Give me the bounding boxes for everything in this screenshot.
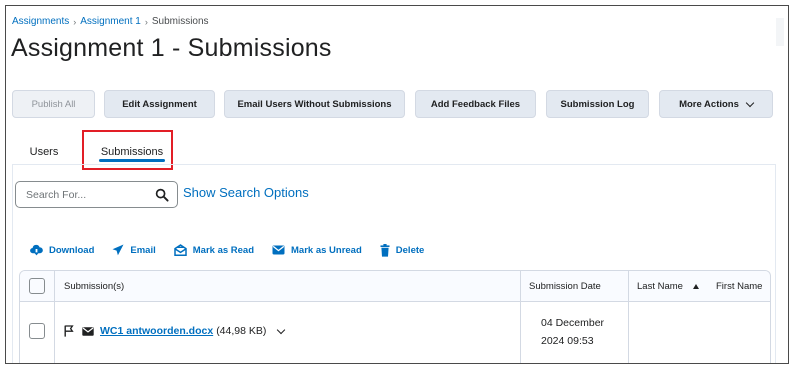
mark-read-icon — [174, 244, 187, 256]
search-placeholder: Search For... — [26, 188, 87, 201]
submission-date-time: 2024 09:53 — [541, 335, 594, 347]
mark-as-read-action[interactable]: Mark as Read — [174, 244, 254, 256]
breadcrumb-current: Submissions — [151, 16, 209, 27]
more-actions-label: More Actions — [679, 98, 739, 110]
column-header-submissions: Submission(s) — [64, 281, 125, 292]
column-header-last-name[interactable]: Last Name — [637, 271, 699, 302]
more-actions-button[interactable]: More Actions — [659, 90, 773, 118]
table-row: WC1 antwoorden.docx (44,98 KB) 04 Decemb… — [20, 302, 770, 363]
scroll-track — [776, 18, 784, 46]
column-header-first-name[interactable]: First Name — [716, 271, 762, 302]
mark-as-read-label: Mark as Read — [192, 244, 255, 256]
breadcrumb: Assignments › Assignment 1 › Submissions — [12, 16, 209, 27]
mark-as-unread-action[interactable]: Mark as Unread — [272, 245, 362, 256]
search-input[interactable]: Search For... — [15, 181, 178, 208]
mark-as-unread-label: Mark as Unread — [291, 244, 362, 256]
column-header-submission-date[interactable]: Submission Date — [529, 271, 601, 302]
breadcrumb-separator: › — [73, 16, 77, 27]
select-all-checkbox[interactable] — [29, 278, 45, 294]
publish-all-button[interactable]: Publish All — [12, 90, 95, 118]
email-users-without-submissions-button[interactable]: Email Users Without Submissions — [224, 90, 405, 118]
chevron-down-icon — [745, 98, 755, 107]
trash-icon — [380, 243, 390, 257]
sort-ascending-icon — [692, 284, 699, 289]
file-size: (44,98 KB) — [216, 325, 267, 337]
page-frame: Assignments › Assignment 1 › Submissions… — [5, 5, 789, 364]
bulk-actions-bar: Download Email Mark as Read Mark as Unre… — [30, 242, 442, 258]
chevron-down-icon[interactable] — [277, 325, 286, 334]
submission-log-button[interactable]: Submission Log — [546, 90, 649, 118]
submission-date: 04 December 2024 09:53 — [541, 314, 604, 350]
download-icon — [30, 244, 43, 256]
submission-date-day: 04 December — [541, 317, 605, 329]
download-label: Download — [49, 244, 95, 256]
last-name-label: Last Name — [637, 281, 683, 292]
delete-label: Delete — [395, 244, 425, 256]
show-search-options-link[interactable]: Show Search Options — [183, 185, 309, 200]
email-action[interactable]: Email — [112, 244, 156, 256]
search-icon[interactable] — [155, 188, 169, 202]
flag-icon[interactable] — [64, 325, 74, 337]
download-action[interactable]: Download — [30, 244, 94, 256]
submission-cell: WC1 antwoorden.docx (44,98 KB) — [64, 323, 286, 339]
add-feedback-files-button[interactable]: Add Feedback Files — [415, 90, 536, 118]
mail-icon — [82, 326, 94, 336]
breadcrumb-assignments[interactable]: Assignments — [12, 16, 69, 27]
delete-action[interactable]: Delete — [380, 243, 425, 257]
mail-icon — [272, 245, 285, 255]
breadcrumb-separator: › — [144, 16, 148, 27]
row-checkbox[interactable] — [29, 323, 45, 339]
table-header: Submission(s) Submission Date Last Name … — [20, 271, 770, 302]
send-icon — [112, 244, 124, 256]
email-label: Email — [130, 244, 156, 256]
submissions-table: Submission(s) Submission Date Last Name … — [19, 270, 771, 363]
breadcrumb-assignment-1[interactable]: Assignment 1 — [80, 16, 141, 27]
page-title: Assignment 1 - Submissions — [11, 34, 332, 62]
submission-file-link[interactable]: WC1 antwoorden.docx — [100, 325, 213, 337]
edit-assignment-button[interactable]: Edit Assignment — [104, 90, 215, 118]
